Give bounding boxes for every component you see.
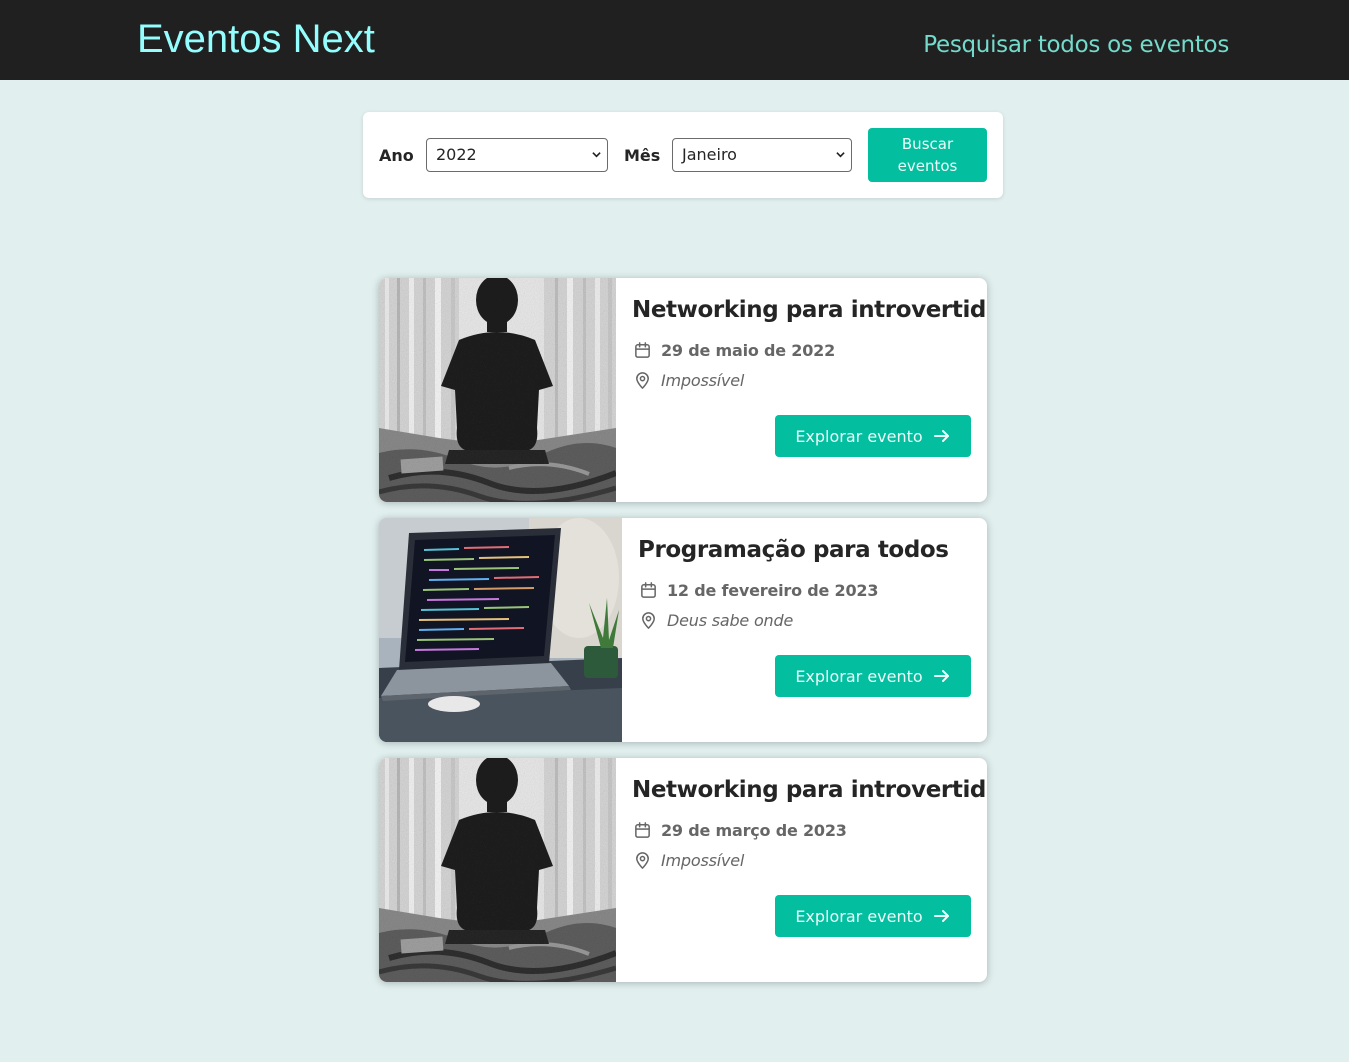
event-image	[379, 758, 616, 982]
explore-event-button[interactable]: Explorar evento	[775, 655, 971, 697]
event-address-text: Impossível	[661, 370, 745, 390]
calendar-icon	[641, 581, 656, 598]
calendar-icon	[635, 341, 650, 358]
event-address: Deus sabe onde	[639, 608, 793, 632]
location-pin-icon	[636, 851, 649, 869]
event-card-body: Networking para introvertidos 29 de maio…	[616, 278, 987, 502]
event-date-text: 29 de maio de 2022	[661, 340, 836, 360]
logo-link[interactable]: Eventos Next	[137, 15, 375, 63]
year-label: Ano	[379, 146, 414, 165]
explore-event-button[interactable]: Explorar evento	[775, 415, 971, 457]
event-date: 29 de maio de 2022	[633, 338, 835, 362]
location-pin-icon	[642, 611, 655, 629]
event-title: Networking para introvertidos	[632, 777, 987, 803]
arrow-right-icon	[933, 910, 949, 922]
event-address-text: Deus sabe onde	[667, 610, 794, 630]
calendar-icon	[635, 821, 650, 838]
explore-event-button[interactable]: Explorar evento	[775, 895, 971, 937]
explore-event-label: Explorar evento	[795, 666, 923, 686]
arrow-right-icon	[933, 430, 949, 442]
month-label: Mês	[624, 146, 661, 165]
event-date-text: 12 de fevereiro de 2023	[667, 580, 879, 600]
explore-event-label: Explorar evento	[795, 426, 923, 446]
event-card-body: Networking para introvertidos 29 de març…	[616, 758, 987, 982]
year-select-value: 2022	[436, 145, 477, 164]
location-pin-icon	[636, 371, 649, 389]
event-image	[379, 518, 622, 742]
event-address: Impossível	[633, 848, 744, 872]
month-select-value: Janeiro	[682, 145, 737, 164]
search-events-button[interactable]: Buscar eventos	[868, 128, 987, 182]
event-card: Networking para introvertidos 29 de març…	[379, 758, 987, 982]
chevron-down-icon	[592, 152, 601, 158]
event-date: 29 de março de 2023	[633, 818, 847, 842]
arrow-right-icon	[933, 670, 949, 682]
nav-link-all-events[interactable]: Pesquisar todos os eventos	[923, 29, 1229, 61]
event-card-body: Programação para todos 12 de fevereiro d…	[622, 518, 987, 742]
month-select[interactable]: Janeiro	[672, 138, 852, 172]
explore-event-label: Explorar evento	[795, 906, 923, 926]
year-select[interactable]: 2022	[426, 138, 608, 172]
chevron-down-icon	[836, 152, 845, 158]
event-address: Impossível	[633, 368, 744, 392]
event-card: Networking para introvertidos 29 de maio…	[379, 278, 987, 502]
events-search-form: Ano 2022 Mês Janeiro Buscar eventos	[363, 112, 1003, 198]
event-date-text: 29 de março de 2023	[661, 820, 847, 840]
event-date: 12 de fevereiro de 2023	[639, 578, 878, 602]
event-address-text: Impossível	[661, 850, 745, 870]
event-title: Networking para introvertidos	[632, 297, 987, 323]
event-image	[379, 278, 616, 502]
event-card: Programação para todos 12 de fevereiro d…	[379, 518, 987, 742]
event-title: Programação para todos	[638, 537, 949, 563]
main-header: Eventos Next Pesquisar todos os eventos	[0, 0, 1349, 80]
